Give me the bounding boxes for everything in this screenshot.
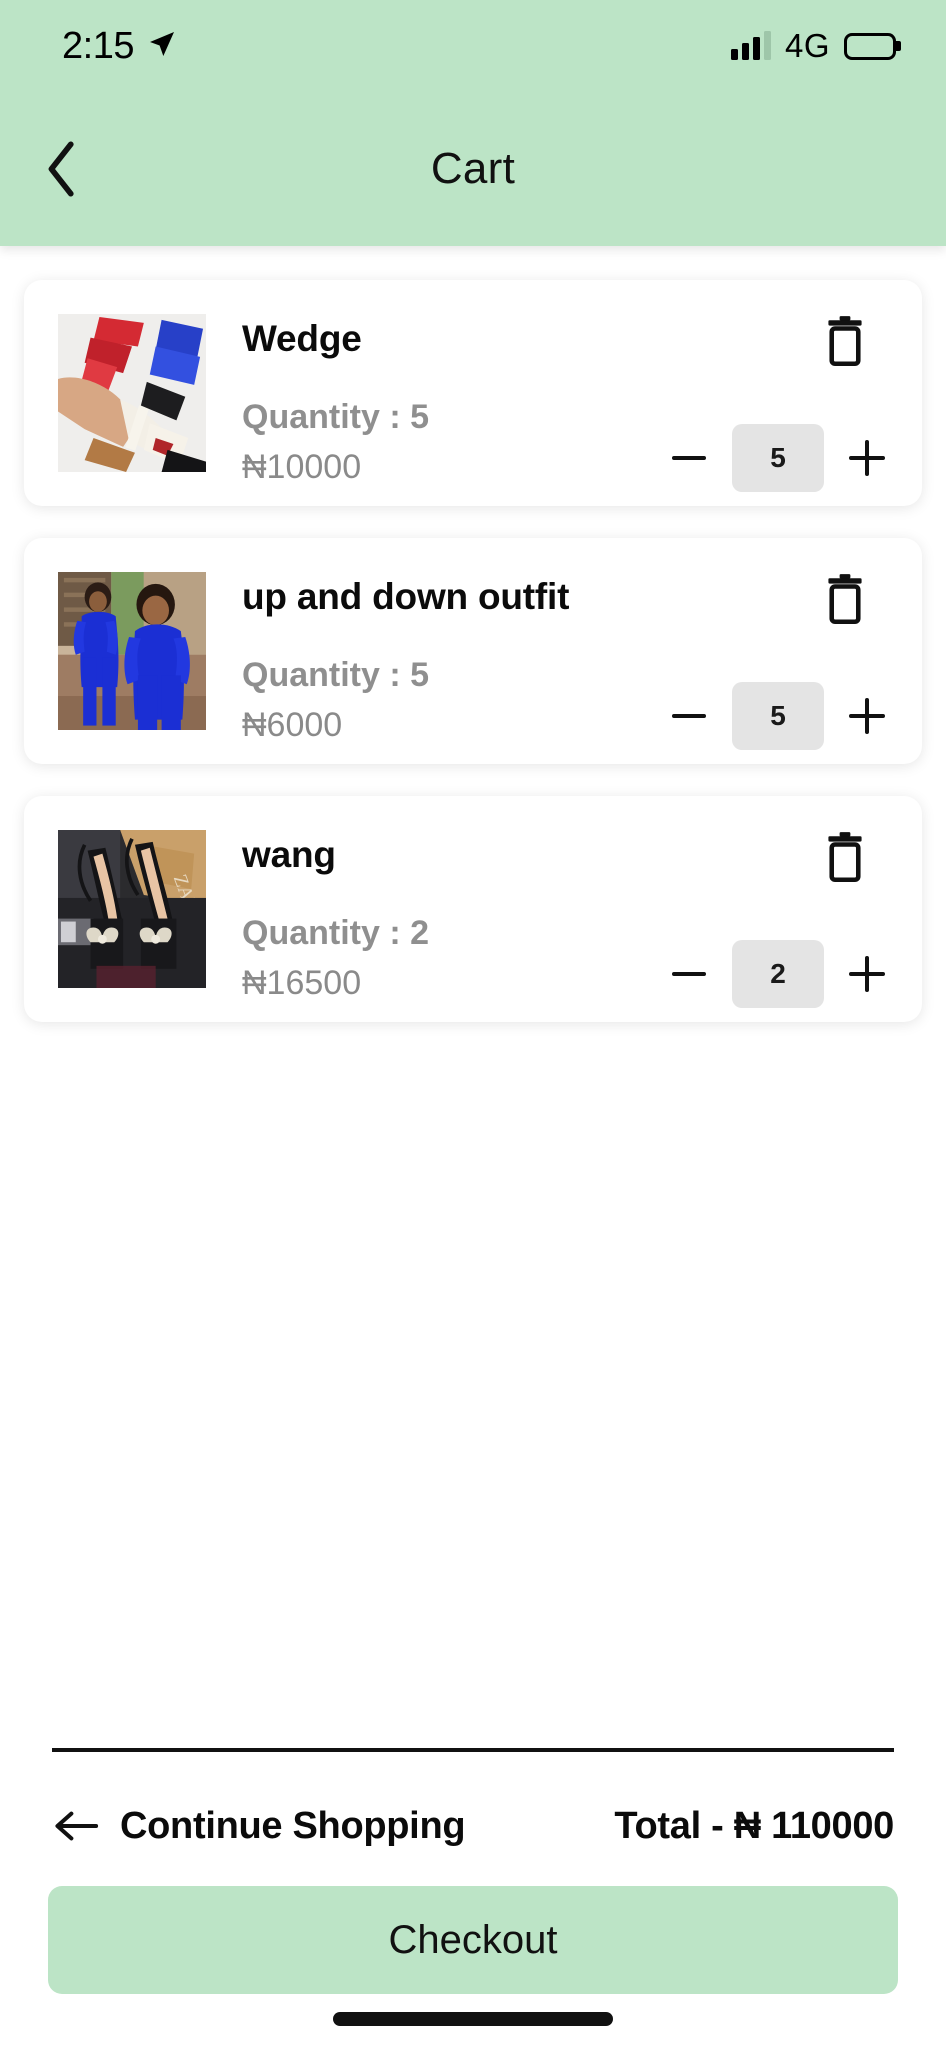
decrement-button[interactable] [668, 953, 710, 995]
blue-jumpsuit-photo [58, 572, 206, 730]
delete-item-button[interactable] [820, 572, 876, 634]
continue-shopping-label: Continue Shopping [120, 1804, 466, 1847]
delete-item-button[interactable] [820, 830, 876, 892]
status-time: 2:15 [62, 24, 134, 67]
cart-total: Total - ₦ 110000 [614, 1804, 894, 1847]
status-bar-left: 2:15 [62, 25, 178, 68]
nav-bar: Cart [0, 92, 946, 246]
delete-item-button[interactable] [820, 314, 876, 376]
quantity-stepper: 2 [668, 940, 888, 1008]
status-bar: 2:15 4G [0, 0, 946, 92]
cart-item-row: up and down outfit Quantity : 5 ₦6000 5 [24, 538, 922, 764]
home-indicator [333, 2012, 613, 2026]
product-price: ₦6000 [242, 706, 343, 744]
product-name: wang [242, 834, 336, 875]
signal-bars-icon [730, 31, 771, 60]
product-price: ₦16500 [242, 964, 362, 1002]
product-name: up and down outfit [242, 576, 570, 617]
decrement-button[interactable] [668, 695, 710, 737]
black-slingback-heels-photo: ZARA [58, 830, 206, 988]
quantity-value[interactable]: 5 [732, 682, 824, 750]
cart-item-row: ZARA [24, 796, 922, 1022]
quantity-value[interactable]: 5 [732, 424, 824, 492]
product-quantity-label: Quantity : 5 [242, 656, 430, 694]
quantity-value[interactable]: 2 [732, 940, 824, 1008]
quantity-stepper: 5 [668, 682, 888, 750]
trash-icon [828, 832, 862, 883]
increment-button[interactable] [846, 437, 888, 479]
network-label: 4G [784, 27, 830, 64]
cart-screen: 2:15 4G Cart Wedge Quantity: 5 ₦10000 5… [0, 0, 946, 2048]
footer-row: Continue Shopping Total - ₦ 110000 [52, 1780, 894, 1872]
product-thumbnail[interactable] [58, 314, 206, 472]
arrow-left-icon [55, 1811, 99, 1841]
battery-icon [844, 32, 901, 60]
trash-icon [828, 574, 862, 625]
product-quantity-label: Quantity : 2 [242, 914, 430, 952]
product-thumbnail[interactable] [58, 572, 206, 730]
status-bar-right: 4G [730, 27, 901, 65]
wedge-sandals-photo [58, 314, 206, 472]
product-quantity-label: Quantity : 5 [242, 398, 430, 436]
cart-item-row: Wedge Quantity : 5 ₦10000 5 [24, 280, 922, 506]
increment-button[interactable] [846, 695, 888, 737]
increment-button[interactable] [846, 953, 888, 995]
product-thumbnail[interactable]: ZARA [58, 830, 206, 988]
location-arrow-icon [146, 28, 178, 65]
product-name: Wedge [242, 318, 362, 359]
cart-item-list: Wedge Quantity : 5 ₦10000 5 up and down … [0, 246, 946, 1054]
product-price: ₦10000 [242, 448, 362, 486]
continue-shopping-button[interactable]: Continue Shopping [52, 1804, 466, 1848]
header-block: 2:15 4G Cart [0, 0, 946, 246]
cart-footer: Continue Shopping Total - ₦ 110000 Check… [0, 1748, 946, 2048]
page-title: Cart [430, 144, 516, 193]
trash-icon [828, 316, 862, 367]
checkout-button[interactable]: Checkout [48, 1886, 898, 1994]
footer-divider [52, 1748, 894, 1752]
decrement-button[interactable] [668, 437, 710, 479]
quantity-stepper: 5 [668, 424, 888, 492]
